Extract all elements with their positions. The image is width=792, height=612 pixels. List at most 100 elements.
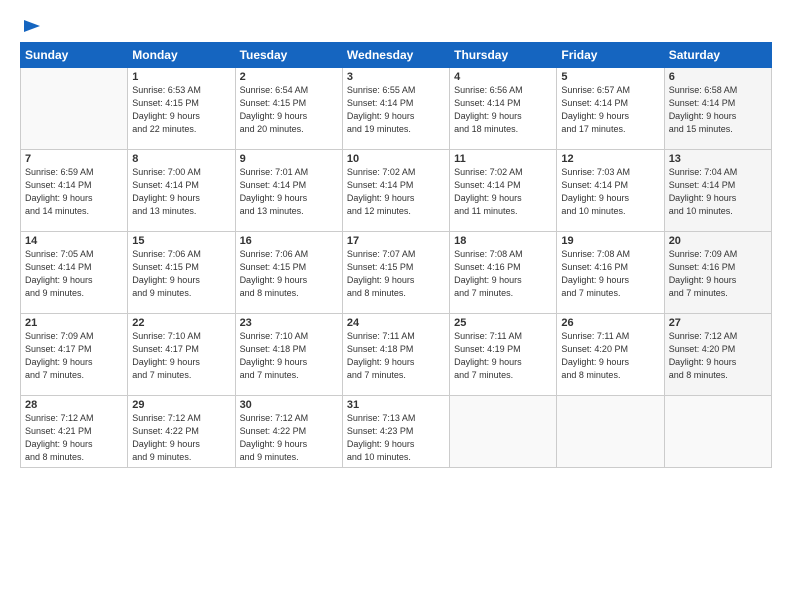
day-info: Sunrise: 7:11 AM Sunset: 4:19 PM Dayligh… bbox=[454, 330, 552, 382]
day-number: 6 bbox=[669, 71, 767, 83]
calendar-cell bbox=[557, 396, 664, 468]
calendar-cell: 23Sunrise: 7:10 AM Sunset: 4:18 PM Dayli… bbox=[235, 314, 342, 396]
day-number: 28 bbox=[25, 399, 123, 411]
day-number: 10 bbox=[347, 153, 445, 165]
day-number: 4 bbox=[454, 71, 552, 83]
day-info: Sunrise: 7:12 AM Sunset: 4:22 PM Dayligh… bbox=[132, 412, 230, 464]
day-info: Sunrise: 7:07 AM Sunset: 4:15 PM Dayligh… bbox=[347, 248, 445, 300]
day-number: 26 bbox=[561, 317, 659, 329]
calendar-table: Sunday Monday Tuesday Wednesday Thursday… bbox=[20, 42, 772, 468]
calendar-cell: 7Sunrise: 6:59 AM Sunset: 4:14 PM Daylig… bbox=[21, 150, 128, 232]
calendar-cell: 29Sunrise: 7:12 AM Sunset: 4:22 PM Dayli… bbox=[128, 396, 235, 468]
calendar-cell: 14Sunrise: 7:05 AM Sunset: 4:14 PM Dayli… bbox=[21, 232, 128, 314]
calendar-week-row: 1Sunrise: 6:53 AM Sunset: 4:15 PM Daylig… bbox=[21, 68, 772, 150]
day-info: Sunrise: 7:12 AM Sunset: 4:21 PM Dayligh… bbox=[25, 412, 123, 464]
calendar-cell bbox=[21, 68, 128, 150]
calendar-cell bbox=[450, 396, 557, 468]
day-info: Sunrise: 7:02 AM Sunset: 4:14 PM Dayligh… bbox=[454, 166, 552, 218]
day-number: 23 bbox=[240, 317, 338, 329]
calendar-cell bbox=[664, 396, 771, 468]
day-number: 31 bbox=[347, 399, 445, 411]
day-number: 21 bbox=[25, 317, 123, 329]
calendar-cell: 11Sunrise: 7:02 AM Sunset: 4:14 PM Dayli… bbox=[450, 150, 557, 232]
calendar-cell: 15Sunrise: 7:06 AM Sunset: 4:15 PM Dayli… bbox=[128, 232, 235, 314]
calendar-cell: 5Sunrise: 6:57 AM Sunset: 4:14 PM Daylig… bbox=[557, 68, 664, 150]
logo bbox=[20, 16, 42, 36]
calendar-cell: 26Sunrise: 7:11 AM Sunset: 4:20 PM Dayli… bbox=[557, 314, 664, 396]
day-number: 5 bbox=[561, 71, 659, 83]
calendar-week-row: 28Sunrise: 7:12 AM Sunset: 4:21 PM Dayli… bbox=[21, 396, 772, 468]
header-friday: Friday bbox=[557, 43, 664, 68]
day-number: 13 bbox=[669, 153, 767, 165]
header-saturday: Saturday bbox=[664, 43, 771, 68]
calendar-cell: 17Sunrise: 7:07 AM Sunset: 4:15 PM Dayli… bbox=[342, 232, 449, 314]
day-number: 30 bbox=[240, 399, 338, 411]
calendar-week-row: 7Sunrise: 6:59 AM Sunset: 4:14 PM Daylig… bbox=[21, 150, 772, 232]
header bbox=[20, 16, 772, 36]
page: Sunday Monday Tuesday Wednesday Thursday… bbox=[0, 0, 792, 612]
calendar-cell: 19Sunrise: 7:08 AM Sunset: 4:16 PM Dayli… bbox=[557, 232, 664, 314]
logo-flag-icon bbox=[22, 18, 42, 36]
day-number: 3 bbox=[347, 71, 445, 83]
day-number: 19 bbox=[561, 235, 659, 247]
day-info: Sunrise: 7:06 AM Sunset: 4:15 PM Dayligh… bbox=[240, 248, 338, 300]
day-info: Sunrise: 6:55 AM Sunset: 4:14 PM Dayligh… bbox=[347, 84, 445, 136]
day-number: 14 bbox=[25, 235, 123, 247]
calendar-week-row: 14Sunrise: 7:05 AM Sunset: 4:14 PM Dayli… bbox=[21, 232, 772, 314]
day-info: Sunrise: 6:54 AM Sunset: 4:15 PM Dayligh… bbox=[240, 84, 338, 136]
day-info: Sunrise: 7:02 AM Sunset: 4:14 PM Dayligh… bbox=[347, 166, 445, 218]
day-number: 18 bbox=[454, 235, 552, 247]
calendar-cell: 27Sunrise: 7:12 AM Sunset: 4:20 PM Dayli… bbox=[664, 314, 771, 396]
day-info: Sunrise: 7:11 AM Sunset: 4:20 PM Dayligh… bbox=[561, 330, 659, 382]
day-info: Sunrise: 7:05 AM Sunset: 4:14 PM Dayligh… bbox=[25, 248, 123, 300]
calendar-cell: 31Sunrise: 7:13 AM Sunset: 4:23 PM Dayli… bbox=[342, 396, 449, 468]
calendar-cell: 21Sunrise: 7:09 AM Sunset: 4:17 PM Dayli… bbox=[21, 314, 128, 396]
day-number: 1 bbox=[132, 71, 230, 83]
day-number: 24 bbox=[347, 317, 445, 329]
day-info: Sunrise: 7:13 AM Sunset: 4:23 PM Dayligh… bbox=[347, 412, 445, 464]
day-info: Sunrise: 7:04 AM Sunset: 4:14 PM Dayligh… bbox=[669, 166, 767, 218]
day-info: Sunrise: 6:57 AM Sunset: 4:14 PM Dayligh… bbox=[561, 84, 659, 136]
header-monday: Monday bbox=[128, 43, 235, 68]
calendar-cell: 9Sunrise: 7:01 AM Sunset: 4:14 PM Daylig… bbox=[235, 150, 342, 232]
calendar-cell: 16Sunrise: 7:06 AM Sunset: 4:15 PM Dayli… bbox=[235, 232, 342, 314]
day-number: 16 bbox=[240, 235, 338, 247]
day-number: 2 bbox=[240, 71, 338, 83]
day-info: Sunrise: 6:58 AM Sunset: 4:14 PM Dayligh… bbox=[669, 84, 767, 136]
day-info: Sunrise: 7:09 AM Sunset: 4:17 PM Dayligh… bbox=[25, 330, 123, 382]
calendar-cell: 30Sunrise: 7:12 AM Sunset: 4:22 PM Dayli… bbox=[235, 396, 342, 468]
day-info: Sunrise: 7:08 AM Sunset: 4:16 PM Dayligh… bbox=[454, 248, 552, 300]
header-sunday: Sunday bbox=[21, 43, 128, 68]
calendar-cell: 22Sunrise: 7:10 AM Sunset: 4:17 PM Dayli… bbox=[128, 314, 235, 396]
calendar-cell: 6Sunrise: 6:58 AM Sunset: 4:14 PM Daylig… bbox=[664, 68, 771, 150]
day-info: Sunrise: 7:00 AM Sunset: 4:14 PM Dayligh… bbox=[132, 166, 230, 218]
day-number: 22 bbox=[132, 317, 230, 329]
calendar-cell: 18Sunrise: 7:08 AM Sunset: 4:16 PM Dayli… bbox=[450, 232, 557, 314]
header-wednesday: Wednesday bbox=[342, 43, 449, 68]
day-info: Sunrise: 7:11 AM Sunset: 4:18 PM Dayligh… bbox=[347, 330, 445, 382]
header-tuesday: Tuesday bbox=[235, 43, 342, 68]
day-info: Sunrise: 6:56 AM Sunset: 4:14 PM Dayligh… bbox=[454, 84, 552, 136]
day-info: Sunrise: 7:01 AM Sunset: 4:14 PM Dayligh… bbox=[240, 166, 338, 218]
day-info: Sunrise: 7:06 AM Sunset: 4:15 PM Dayligh… bbox=[132, 248, 230, 300]
day-number: 7 bbox=[25, 153, 123, 165]
calendar-cell: 4Sunrise: 6:56 AM Sunset: 4:14 PM Daylig… bbox=[450, 68, 557, 150]
calendar-cell: 13Sunrise: 7:04 AM Sunset: 4:14 PM Dayli… bbox=[664, 150, 771, 232]
day-info: Sunrise: 7:03 AM Sunset: 4:14 PM Dayligh… bbox=[561, 166, 659, 218]
day-info: Sunrise: 6:53 AM Sunset: 4:15 PM Dayligh… bbox=[132, 84, 230, 136]
day-info: Sunrise: 7:10 AM Sunset: 4:17 PM Dayligh… bbox=[132, 330, 230, 382]
day-info: Sunrise: 7:08 AM Sunset: 4:16 PM Dayligh… bbox=[561, 248, 659, 300]
day-number: 15 bbox=[132, 235, 230, 247]
calendar-cell: 24Sunrise: 7:11 AM Sunset: 4:18 PM Dayli… bbox=[342, 314, 449, 396]
day-number: 25 bbox=[454, 317, 552, 329]
calendar-cell: 25Sunrise: 7:11 AM Sunset: 4:19 PM Dayli… bbox=[450, 314, 557, 396]
day-number: 27 bbox=[669, 317, 767, 329]
day-number: 20 bbox=[669, 235, 767, 247]
calendar-cell: 8Sunrise: 7:00 AM Sunset: 4:14 PM Daylig… bbox=[128, 150, 235, 232]
day-info: Sunrise: 7:10 AM Sunset: 4:18 PM Dayligh… bbox=[240, 330, 338, 382]
day-info: Sunrise: 7:09 AM Sunset: 4:16 PM Dayligh… bbox=[669, 248, 767, 300]
calendar-cell: 2Sunrise: 6:54 AM Sunset: 4:15 PM Daylig… bbox=[235, 68, 342, 150]
day-number: 12 bbox=[561, 153, 659, 165]
calendar-week-row: 21Sunrise: 7:09 AM Sunset: 4:17 PM Dayli… bbox=[21, 314, 772, 396]
weekday-header-row: Sunday Monday Tuesday Wednesday Thursday… bbox=[21, 43, 772, 68]
